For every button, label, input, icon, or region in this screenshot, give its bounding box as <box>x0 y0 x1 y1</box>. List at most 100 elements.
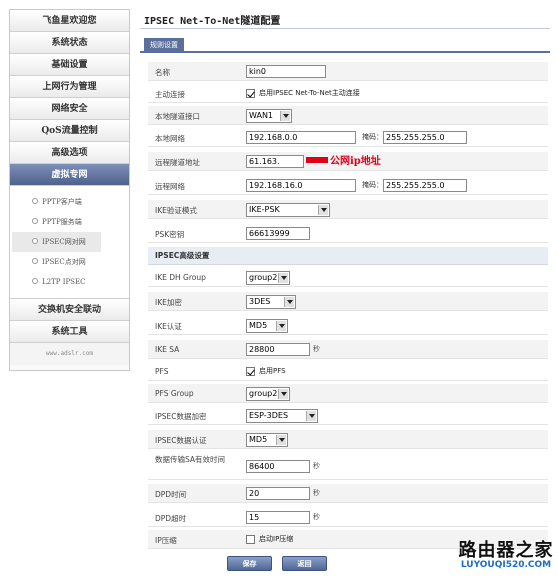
field-label: PFS Group <box>155 389 194 398</box>
form-row-remote-network: 远程网络 192.168.16.0 掩码： 255.255.255.0 <box>148 176 548 195</box>
local-network-mask-input[interactable]: 255.255.255.0 <box>383 131 467 144</box>
form-row-data-sa: 数据传输SA有效时间 86400 秒 <box>148 454 548 480</box>
form-row-dpd-time: DPD时间 20 秒 <box>148 484 548 503</box>
chevron-down-icon <box>280 111 290 121</box>
form-row-ike-dh: IKE DH Group group2 <box>148 268 548 287</box>
submenu-item-ipsec-point-to-net[interactable]: IPSEC点对网 <box>10 252 129 272</box>
select-value: ESP-3DES <box>249 411 289 420</box>
checkbox-label: 启动IP压缩 <box>259 535 294 543</box>
field-label: 主动连接 <box>155 90 185 99</box>
watermark-text: 路由器之家 <box>458 540 554 561</box>
sidebar-item-behavior-management[interactable]: 上网行为管理 <box>10 76 129 98</box>
bullet-icon <box>32 218 38 224</box>
sidebar-item-advanced[interactable]: 高级选项 <box>10 142 129 164</box>
submenu-label: IPSEC网对网 <box>42 238 86 246</box>
submenu-item-ipsec-net-to-net[interactable]: IPSEC网对网 <box>12 232 101 252</box>
unit-label: 秒 <box>313 513 320 521</box>
submenu-item-l2tp-ipsec[interactable]: L2TP IPSEC <box>10 272 129 292</box>
chevron-down-icon <box>276 435 286 445</box>
field-label: 数据传输SA有效时间 <box>155 455 226 464</box>
auto-connect-checkbox[interactable] <box>246 89 255 98</box>
vpn-submenu: PPTP客户端 PPTP服务端 IPSEC网对网 IPSEC点对网 L2TP I… <box>10 186 129 299</box>
watermark-logo: 路由器之家 LUYOUQI520.COM <box>456 536 556 570</box>
field-label: IKE加密 <box>155 298 182 307</box>
field-label: IKE认证 <box>155 322 182 331</box>
form-row-remote-address: 远程隧道地址 61.163. 公网ip地址 <box>148 152 548 171</box>
chevron-down-icon <box>278 273 288 283</box>
remote-network-mask-input[interactable]: 255.255.255.0 <box>383 179 467 192</box>
remote-network-ip-input[interactable]: 192.168.16.0 <box>246 179 356 192</box>
bullet-icon <box>32 278 38 284</box>
section-advanced-header: IPSEC高级设置 <box>148 247 548 265</box>
submenu-label: L2TP IPSEC <box>42 278 86 286</box>
back-button[interactable]: 返回 <box>282 556 327 571</box>
chevron-down-icon <box>276 321 286 331</box>
field-label: IPSEC数据认证 <box>155 436 207 445</box>
form-row-psk: PSK密钥 66613999 <box>148 224 548 243</box>
ike-auth-select[interactable]: MD5 <box>246 319 288 333</box>
form-row-dpd-timeout: DPD超时 15 秒 <box>148 508 548 527</box>
chevron-down-icon <box>284 297 294 307</box>
redaction-mark <box>306 156 328 163</box>
submenu-item-pptp-client[interactable]: PPTP客户端 <box>10 192 129 212</box>
ike-encryption-select[interactable]: 3DES <box>246 295 296 309</box>
local-interface-select[interactable]: WAN1 <box>246 109 292 123</box>
local-network-ip-input[interactable]: 192.168.0.0 <box>246 131 356 144</box>
select-value: group2 <box>249 273 278 282</box>
field-label: 远程网络 <box>155 182 185 191</box>
chevron-down-icon <box>318 205 328 215</box>
form-row-auto-connect: 主动连接 启用IPSEC Net-To-Net主动连接 <box>148 84 548 103</box>
checkbox-label: 启用IPSEC Net-To-Net主动连接 <box>259 89 360 97</box>
sidebar-item-welcome[interactable]: 飞鱼星欢迎您 <box>10 10 129 32</box>
chevron-down-icon <box>306 411 316 421</box>
pfs-group-select[interactable]: group2 <box>246 387 290 401</box>
remote-address-input[interactable]: 61.163. <box>246 155 304 168</box>
ipsec-auth-select[interactable]: MD5 <box>246 433 288 447</box>
form-row-ike-mode: IKE验证模式 IKE-PSK <box>148 200 548 219</box>
select-value: IKE-PSK <box>249 205 280 214</box>
sidebar-item-network-security[interactable]: 网络安全 <box>10 98 129 120</box>
form-row-ipsec-encryption: IPSEC数据加密 ESP-3DES <box>148 406 548 425</box>
field-label: IP压缩 <box>155 536 177 545</box>
ipsec-encryption-select[interactable]: ESP-3DES <box>246 409 318 423</box>
sidebar-item-system-tools[interactable]: 系统工具 <box>10 321 129 343</box>
public-ip-annotation: 公网ip地址 <box>330 156 381 167</box>
select-value: MD5 <box>249 435 268 444</box>
sidebar-item-switch-security[interactable]: 交换机安全联动 <box>10 299 129 321</box>
ike-mode-select[interactable]: IKE-PSK <box>246 203 330 217</box>
field-label: 本地网络 <box>155 134 185 143</box>
ike-sa-input[interactable]: 28800 <box>246 343 310 356</box>
tab-bar: 规则设置 <box>140 38 550 53</box>
save-button[interactable]: 保存 <box>227 556 272 571</box>
mask-label: 掩码： <box>362 181 383 189</box>
unit-label: 秒 <box>313 489 320 497</box>
checkbox-label: 启用PFS <box>259 367 286 375</box>
pfs-checkbox[interactable] <box>246 367 255 376</box>
data-sa-input[interactable]: 86400 <box>246 460 310 473</box>
tab-rule-settings[interactable]: 规则设置 <box>144 38 184 53</box>
field-label: IPSEC数据加密 <box>155 412 207 421</box>
ip-compress-checkbox[interactable] <box>246 535 255 544</box>
sidebar-item-vpn[interactable]: 虚拟专网 <box>10 164 129 186</box>
field-label: PSK密钥 <box>155 230 185 239</box>
dpd-timeout-input[interactable]: 15 <box>246 511 310 524</box>
name-input[interactable]: kin0 <box>246 65 326 78</box>
sidebar-item-system-status[interactable]: 系统状态 <box>10 32 129 54</box>
select-value: group2 <box>249 389 278 398</box>
form-row-local-interface: 本地隧道接口 WAN1 <box>148 106 548 125</box>
sidebar-item-qos[interactable]: QoS流量控制 <box>10 120 129 142</box>
bullet-icon <box>32 198 38 204</box>
select-value: WAN1 <box>249 111 274 120</box>
sidebar-item-basic-settings[interactable]: 基础设置 <box>10 54 129 76</box>
unit-label: 秒 <box>313 345 320 353</box>
psk-input[interactable]: 66613999 <box>246 227 310 240</box>
select-value: MD5 <box>249 321 268 330</box>
submenu-item-pptp-server[interactable]: PPTP服务端 <box>10 212 129 232</box>
chevron-down-icon <box>278 389 288 399</box>
dpd-time-input[interactable]: 20 <box>246 487 310 500</box>
form-row-name: 名称 kin0 <box>148 62 548 81</box>
field-label: 本地隧道接口 <box>155 112 200 121</box>
ike-dh-select[interactable]: group2 <box>246 271 290 285</box>
page-title: IPSEC Net-To-Net隧道配置 <box>144 16 281 27</box>
submenu-label: PPTP服务端 <box>42 218 82 226</box>
